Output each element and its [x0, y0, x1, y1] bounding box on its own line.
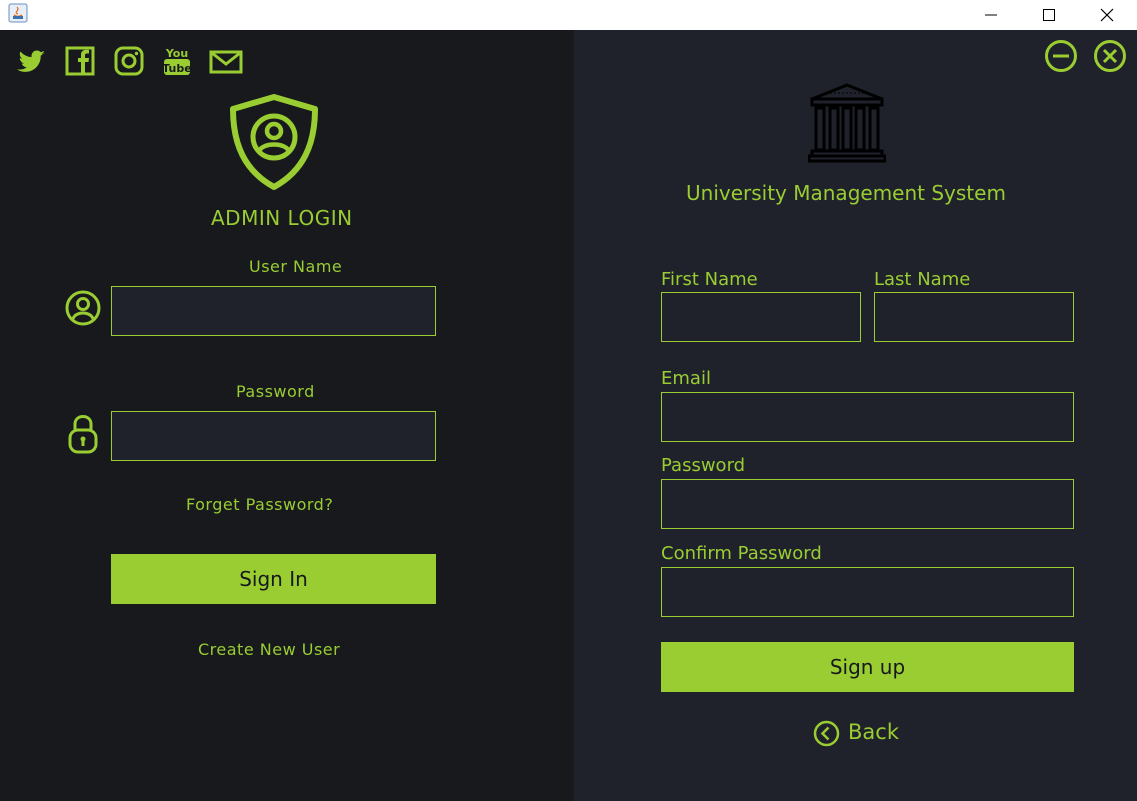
user-icon — [64, 289, 102, 327]
sign-in-button-label: Sign In — [239, 567, 308, 591]
back-label: Back — [848, 720, 899, 744]
last-name-label: Last Name — [874, 269, 971, 290]
signup-panel: University Management System First Name … — [574, 30, 1137, 801]
username-input[interactable] — [111, 286, 436, 336]
window-titlebar — [0, 0, 1137, 30]
sign-in-button[interactable]: Sign In — [111, 554, 436, 604]
twitter-icon[interactable] — [14, 44, 48, 78]
lock-icon — [67, 412, 99, 454]
confirm-password-input[interactable] — [661, 567, 1074, 617]
signup-password-input[interactable] — [661, 479, 1074, 529]
university-building-icon — [807, 83, 887, 163]
first-name-label: First Name — [661, 269, 758, 290]
back-arrow-icon — [813, 720, 840, 747]
last-name-input[interactable] — [874, 292, 1074, 342]
sign-up-button[interactable]: Sign up — [661, 642, 1074, 692]
close-icon — [1100, 8, 1114, 22]
app-title: University Management System — [686, 181, 1006, 205]
login-title: ADMIN LOGIN — [211, 206, 353, 230]
window-minimize-button[interactable] — [962, 0, 1020, 30]
password-input[interactable] — [111, 411, 436, 461]
mail-icon[interactable] — [209, 44, 243, 78]
youtube-icon-text-top: You — [165, 47, 188, 60]
facebook-icon[interactable] — [63, 44, 97, 78]
username-label: User Name — [249, 257, 343, 276]
instagram-icon[interactable] — [112, 44, 146, 78]
first-name-input[interactable] — [661, 292, 861, 342]
minimize-circle-icon[interactable] — [1044, 39, 1078, 73]
login-panel: You Tube ADMIN LOGIN User Name Password — [0, 30, 574, 801]
minimize-icon — [985, 14, 997, 16]
window-close-button[interactable] — [1078, 0, 1136, 30]
java-icon — [8, 3, 28, 23]
window-maximize-button[interactable] — [1020, 0, 1078, 30]
youtube-icon[interactable]: You Tube — [160, 44, 194, 78]
forget-password-link[interactable]: Forget Password? — [186, 495, 333, 514]
signup-password-label: Password — [661, 455, 746, 476]
password-label: Password — [236, 382, 315, 401]
maximize-icon — [1043, 9, 1055, 21]
admin-shield-icon — [229, 93, 319, 191]
create-new-user-link[interactable]: Create New User — [198, 640, 340, 659]
sign-up-button-label: Sign up — [829, 655, 906, 679]
email-label: Email — [661, 368, 711, 389]
confirm-password-label: Confirm Password — [661, 543, 822, 564]
email-input[interactable] — [661, 392, 1074, 442]
youtube-icon-text-bottom: Tube — [162, 62, 191, 75]
back-button[interactable]: Back — [813, 718, 923, 748]
close-circle-icon[interactable] — [1093, 39, 1127, 73]
